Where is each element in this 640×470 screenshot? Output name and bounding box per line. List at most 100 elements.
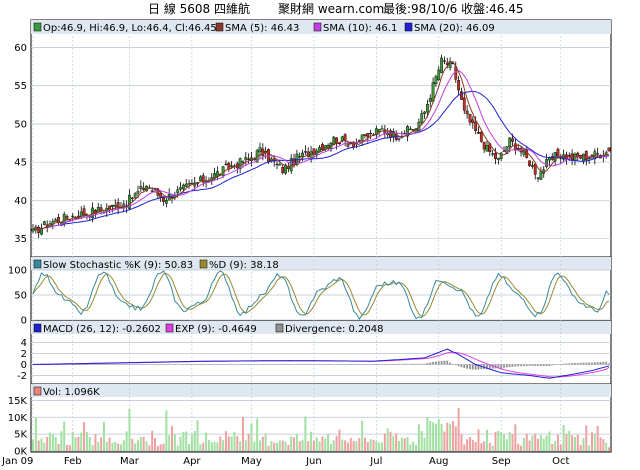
volume-bar — [437, 419, 440, 451]
macd-divergence-bar — [409, 363, 412, 365]
volume-bar — [159, 444, 162, 451]
volume-bar — [105, 442, 108, 451]
price-tick-label: 35 — [14, 234, 27, 245]
candle-up — [139, 186, 143, 189]
candle-up — [301, 152, 304, 158]
macd-divergence-bar — [420, 363, 423, 365]
volume-bar — [241, 416, 244, 451]
volume-bar — [449, 424, 452, 451]
volume-bar — [270, 441, 273, 451]
volume-bar — [276, 442, 279, 451]
macd-divergence-bar — [588, 362, 591, 365]
legend-volume: Vol: 1.096K — [43, 387, 100, 398]
macd-divergence-bar — [80, 364, 83, 365]
macd-divergence-bar — [344, 364, 347, 365]
macd-divergence-bar — [423, 363, 426, 365]
candle-up — [502, 150, 506, 152]
macd-divergence-bar — [534, 364, 537, 366]
macd-divergence-bar — [315, 364, 318, 365]
candle-up — [275, 163, 279, 166]
macd-divergence-bar — [196, 364, 199, 365]
candle-down — [584, 150, 588, 160]
macd-divergence-bar — [548, 364, 551, 367]
volume-bar — [318, 441, 321, 451]
volume-bar — [111, 442, 114, 451]
candle-down — [528, 160, 531, 167]
volume-bar — [278, 440, 281, 451]
volume-bar — [559, 444, 562, 451]
macd-divergence-bar — [199, 364, 202, 365]
price-legend: Op:46.9, Hi:46.9, Lo:46.4, Cl:46.45 SMA … — [33, 22, 495, 34]
volume-bar — [420, 431, 423, 451]
macd-divergence-bar — [225, 364, 227, 365]
candle-up — [397, 138, 401, 140]
volume-bar — [596, 425, 599, 451]
volume-bar — [329, 444, 332, 451]
volume-bar — [454, 426, 457, 451]
macd-divergence-bar — [261, 364, 264, 365]
candle-up — [434, 76, 438, 85]
volume-bar — [443, 431, 446, 451]
volume-bar — [415, 444, 418, 451]
volume-bar — [485, 429, 488, 451]
volume-bar — [71, 431, 74, 451]
candle-down — [366, 132, 370, 138]
macd-divergence-bar — [94, 364, 97, 365]
volume-bar — [49, 432, 52, 451]
macd-divergence-bar — [154, 364, 156, 365]
macd-divergence-bar — [247, 364, 250, 365]
volume-bar — [446, 422, 449, 451]
volume-bar — [593, 434, 596, 451]
volume-bar — [94, 434, 97, 451]
volume-bar — [154, 438, 157, 451]
candle-up — [522, 150, 526, 155]
volume-bar — [363, 437, 366, 451]
candle-up — [548, 157, 551, 161]
macd-divergence-bar — [290, 364, 293, 365]
volume-bar — [85, 431, 88, 451]
volume-bar — [74, 437, 77, 451]
macd-divergence-bar — [83, 364, 85, 365]
volume-bar — [582, 438, 585, 451]
macd-divergence-bar — [332, 364, 335, 365]
volume-bar — [346, 442, 349, 451]
macd-divergence-bar — [602, 361, 605, 365]
macd-divergence-bar — [208, 364, 210, 365]
price-panel — [30, 19, 612, 258]
candle-down — [445, 62, 449, 65]
volume-bar — [321, 436, 324, 451]
candle-down — [457, 80, 461, 91]
volume-bar — [102, 421, 105, 451]
candle-down — [247, 158, 251, 160]
volume-bar — [205, 432, 208, 451]
macd-divergence-bar — [190, 364, 193, 365]
volume-bar — [432, 422, 435, 451]
macd-divergence-bar — [264, 364, 267, 365]
volume-bar — [556, 434, 559, 451]
last-close-summary: 最後:98/10/6 收盤:46.45 — [383, 2, 524, 16]
candle-down — [479, 131, 483, 142]
candle-down — [511, 138, 514, 142]
macd-divergence-bar — [403, 363, 406, 365]
candle-down — [556, 148, 560, 157]
volume-bar — [585, 425, 588, 451]
macd-divergence-bar — [557, 364, 559, 365]
volume-bar — [54, 437, 57, 451]
volume-bar — [341, 439, 344, 451]
macd-divergence-bar — [259, 364, 261, 365]
legend-swatch-vol — [33, 386, 42, 396]
volume-bar — [83, 422, 86, 451]
price-tick-label: 45 — [14, 158, 27, 169]
candle-down — [99, 207, 103, 211]
macd-divergence-bar — [406, 363, 409, 365]
volume-bar — [171, 425, 174, 451]
macd-divergence-bar — [361, 364, 364, 365]
volume-bar — [494, 431, 497, 451]
macd-divergence-bar — [321, 364, 324, 365]
price-tick-label: 55 — [14, 81, 27, 92]
volume-bar — [151, 430, 154, 451]
macd-divergence-bar — [540, 364, 542, 367]
stoch-tick-label: 100 — [8, 266, 27, 277]
volume-bar — [335, 436, 338, 451]
volume-bar — [108, 437, 111, 451]
